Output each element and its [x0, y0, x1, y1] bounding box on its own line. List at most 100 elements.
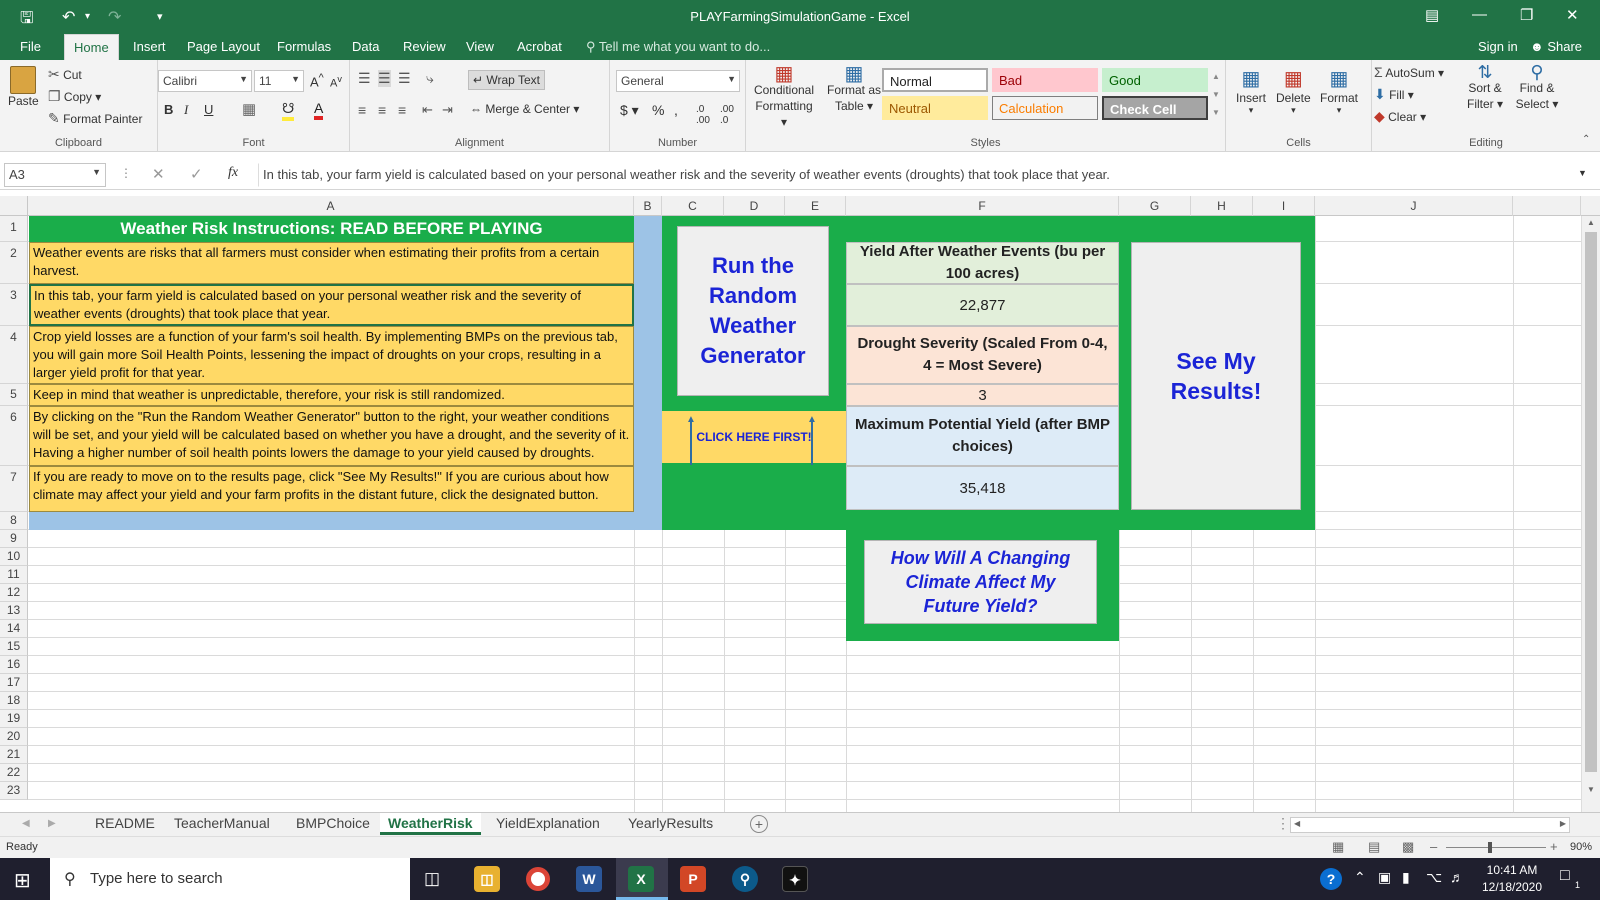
fill-color-icon[interactable]: ☋: [282, 100, 295, 121]
see-my-results-button[interactable]: See My Results!: [1131, 242, 1301, 510]
tab-formulas[interactable]: Formulas: [277, 39, 331, 54]
tab-data[interactable]: Data: [352, 39, 379, 54]
style-calculation[interactable]: Calculation: [992, 96, 1098, 120]
instruction-row-7[interactable]: If you are ready to move on to the resul…: [29, 466, 634, 512]
row-header[interactable]: 20: [0, 728, 28, 746]
row-header[interactable]: 23: [0, 782, 28, 800]
column-header-a[interactable]: A: [28, 196, 634, 216]
battery-icon[interactable]: ▮: [1402, 869, 1410, 886]
column-header-i[interactable]: I: [1253, 196, 1315, 216]
align-top-icon[interactable]: ☰: [358, 70, 371, 87]
max-yield-value[interactable]: 35,418: [846, 466, 1119, 510]
style-check-cell[interactable]: Check Cell: [1102, 96, 1208, 120]
align-left-icon[interactable]: ≡: [358, 102, 366, 118]
style-neutral[interactable]: Neutral: [882, 96, 988, 120]
excel-icon[interactable]: X: [628, 866, 654, 892]
font-color-icon[interactable]: A: [314, 100, 324, 120]
column-header-k[interactable]: [1513, 196, 1581, 216]
row-header[interactable]: 21: [0, 746, 28, 764]
row-header[interactable]: 22: [0, 764, 28, 782]
vertical-scrollbar[interactable]: ▲ ▼: [1581, 216, 1600, 812]
column-header-b[interactable]: B: [634, 196, 662, 216]
scroll-right-icon[interactable]: ▶: [1560, 819, 1566, 828]
instruction-row-2[interactable]: Weather events are risks that all farmer…: [29, 242, 634, 284]
prev-sheet-icon[interactable]: ◀: [18, 818, 34, 829]
row-header[interactable]: 8: [0, 512, 28, 530]
sheet-tab-readme[interactable]: README: [91, 815, 159, 831]
tab-view[interactable]: View: [466, 39, 494, 54]
delete-cells-button[interactable]: ▦ Delete ▾: [1276, 66, 1311, 116]
italic-icon[interactable]: I: [184, 102, 188, 118]
fill-button[interactable]: ⬇ Fill ▾: [1374, 86, 1414, 103]
orientation-icon[interactable]: ⤷: [426, 70, 434, 87]
align-right-icon[interactable]: ≡: [398, 102, 406, 118]
instruction-row-6[interactable]: By clicking on the "Run the Random Weath…: [29, 406, 634, 466]
format-as-table-button[interactable]: ▦ Format as Table ▾: [824, 64, 884, 114]
help-icon[interactable]: ?: [1320, 868, 1342, 890]
drought-value[interactable]: 3: [846, 384, 1119, 406]
zoom-in-icon[interactable]: +: [1550, 839, 1558, 854]
conditional-formatting-button[interactable]: ▦ Conditional Formatting ▾: [752, 64, 816, 130]
wrap-text-button[interactable]: ↵ Wrap Text: [468, 70, 545, 90]
collapse-ribbon-icon[interactable]: ⌃: [1582, 134, 1590, 145]
currency-icon[interactable]: $ ▾: [620, 102, 639, 119]
row-header[interactable]: 7: [0, 466, 28, 512]
format-painter-button[interactable]: ✎ Format Painter: [48, 110, 142, 127]
tell-me-box[interactable]: ⚲ Tell me what you want to do...: [586, 39, 770, 55]
meet-now-icon[interactable]: ▣: [1378, 869, 1391, 886]
row-header[interactable]: 11: [0, 566, 28, 584]
chrome-icon[interactable]: [526, 867, 550, 891]
worksheet-grid[interactable]: 1 2 3 4 5 6 7 8 9 10 11 12 13 14 15 16 17 18 19 20 21 22 23 We…: [0, 216, 1600, 812]
row-header[interactable]: 10: [0, 548, 28, 566]
row-header[interactable]: 18: [0, 692, 28, 710]
font-size-select[interactable]: 11 ▼: [254, 70, 304, 92]
instruction-row-5[interactable]: Keep in mind that weather is unpredictab…: [29, 384, 634, 406]
windows-start-icon[interactable]: ⊞: [14, 868, 31, 893]
row-header[interactable]: 16: [0, 656, 28, 674]
formula-input[interactable]: In this tab, your farm yield is calculat…: [258, 163, 1570, 187]
next-sheet-icon[interactable]: ▶: [44, 818, 60, 829]
sheet-tab-weatherrisk[interactable]: WeatherRisk: [380, 813, 481, 835]
file-explorer-icon[interactable]: ◫: [474, 866, 500, 892]
align-center-icon[interactable]: ≡: [378, 102, 386, 118]
tab-file[interactable]: File: [20, 39, 41, 54]
align-bottom-icon[interactable]: ☰: [398, 70, 411, 87]
sheet-tab-teachermanual[interactable]: TeacherManual: [170, 815, 274, 831]
column-header-g[interactable]: G: [1119, 196, 1191, 216]
tab-home[interactable]: Home: [64, 34, 119, 60]
row-header[interactable]: 19: [0, 710, 28, 728]
taskbar-search-box[interactable]: ⚲ Type here to search: [50, 858, 410, 900]
column-header-d[interactable]: D: [724, 196, 785, 216]
decrease-font-icon[interactable]: Av: [330, 74, 342, 90]
style-good[interactable]: Good: [1102, 68, 1208, 92]
column-header-e[interactable]: E: [785, 196, 846, 216]
page-break-view-icon[interactable]: ▩: [1402, 839, 1414, 855]
wifi-icon[interactable]: ⌥: [1426, 869, 1442, 886]
sheet-tab-yearlyresults[interactable]: YearlyResults: [624, 815, 717, 831]
tab-page-layout[interactable]: Page Layout: [187, 39, 260, 54]
style-normal[interactable]: Normal: [882, 68, 988, 92]
style-bad[interactable]: Bad: [992, 68, 1098, 92]
tab-acrobat[interactable]: Acrobat: [517, 39, 562, 54]
percent-icon[interactable]: %: [652, 102, 664, 118]
insert-cells-button[interactable]: ▦ Insert ▾: [1236, 66, 1266, 116]
formula-bar-options-icon[interactable]: ⋮: [120, 166, 132, 180]
yield-value[interactable]: 22,877: [846, 284, 1119, 326]
row-header[interactable]: 12: [0, 584, 28, 602]
page-layout-view-icon[interactable]: ▤: [1368, 839, 1380, 855]
scroll-left-icon[interactable]: ◀: [1294, 819, 1300, 828]
autosum-button[interactable]: Σ AutoSum ▾: [1374, 64, 1444, 80]
row-header[interactable]: 9: [0, 530, 28, 548]
comma-icon[interactable]: ,: [674, 102, 678, 118]
column-header-c[interactable]: C: [662, 196, 724, 216]
powerpoint-icon[interactable]: P: [680, 866, 706, 892]
paste-button[interactable]: Paste: [8, 66, 39, 108]
zoom-slider-thumb[interactable]: [1488, 842, 1492, 853]
decrease-indent-icon[interactable]: ⇤: [422, 102, 433, 118]
clear-button[interactable]: ◆ Clear ▾: [1374, 108, 1426, 125]
increase-indent-icon[interactable]: ⇥: [442, 102, 453, 118]
row-header[interactable]: 13: [0, 602, 28, 620]
insert-function-icon[interactable]: fx: [228, 165, 238, 181]
increase-font-icon[interactable]: A^: [310, 72, 324, 89]
maximize-icon[interactable]: ❐: [1520, 6, 1533, 24]
